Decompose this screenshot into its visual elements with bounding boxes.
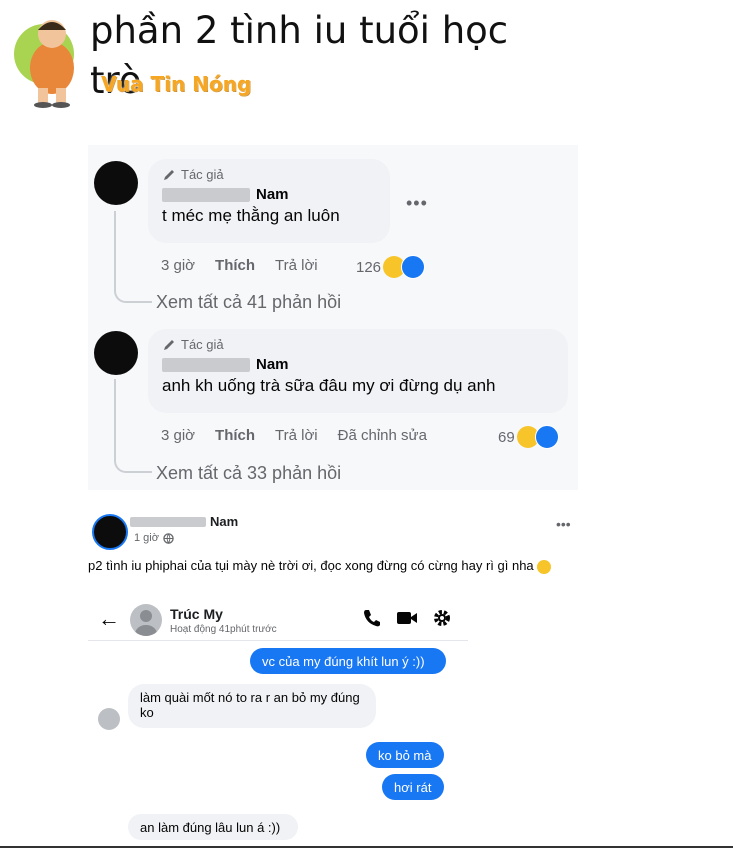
pencil-icon (164, 169, 174, 180)
article-header: phần 2 tình iu tuổi học trò Vua Tin Nóng (0, 0, 733, 120)
comment-bubble: Tác giả Nam anh kh uống trà sữa đâu my ơ… (148, 329, 568, 413)
comment-actions: 3 giờ Thích Trả lời Đã chỉnh sửa (161, 427, 427, 444)
smile-emoji-icon (537, 559, 552, 574)
post-time[interactable]: 1 giờ (134, 532, 159, 544)
redacted-name-block (162, 187, 250, 202)
author-name[interactable]: Nam (256, 356, 289, 373)
commenter-avatar[interactable] (94, 331, 138, 375)
comment-bubble: Tác giả Nam t méc mẹ thằng an luôn (148, 159, 390, 243)
video-camera-icon[interactable] (396, 608, 418, 628)
reaction-summary[interactable]: 69 (498, 425, 559, 449)
default-user-icon (135, 610, 157, 636)
edited-label[interactable]: Đã chỉnh sửa (338, 427, 427, 444)
pencil-icon (164, 339, 174, 350)
messenger-screenshot: ← Trúc My Hoạt động 41phút trước vc của … (88, 598, 468, 851)
more-options-icon[interactable]: ••• (556, 516, 571, 532)
divider (0, 846, 733, 848)
commenter-avatar[interactable] (94, 161, 138, 205)
author-name[interactable]: Nam (256, 186, 289, 203)
more-options-icon[interactable]: ••• (406, 193, 428, 214)
post-text: p2 tình iu phiphai của tụi mày nè trời ơ… (88, 558, 534, 573)
reaction-summary[interactable]: 126 (356, 255, 426, 279)
comments-screenshot: Tác giả Nam t méc mẹ thằng an luôn ••• 3… (88, 145, 578, 490)
like-link[interactable]: Thích (215, 427, 255, 444)
reply-link[interactable]: Trả lời (275, 427, 318, 444)
comment-text: anh kh uống trà sữa đâu my ơi đừng dụ an… (162, 376, 496, 395)
chat-header: ← Trúc My Hoạt động 41phút trước (88, 598, 468, 641)
reply-thread-line (114, 211, 152, 303)
globe-icon (163, 532, 174, 544)
mascot-logo-icon (14, 20, 74, 108)
reaction-count: 69 (498, 428, 515, 446)
phone-icon[interactable] (362, 608, 382, 628)
brand-watermark: Vua Tin Nóng (101, 72, 252, 96)
see-all-replies-link[interactable]: Xem tất cả 41 phản hồi (156, 292, 341, 313)
like-link[interactable]: Thích (215, 257, 255, 274)
back-arrow-icon[interactable]: ← (98, 606, 120, 632)
incoming-message[interactable]: làm quài mốt nó to ra r an bỏ my đúng ko (128, 684, 376, 728)
see-all-replies-link[interactable]: Xem tất cả 33 phản hồi (156, 463, 341, 484)
like-reaction-icon (401, 255, 426, 279)
contact-avatar[interactable] (130, 604, 162, 636)
post-author-name[interactable]: Nam (210, 514, 238, 529)
outgoing-message[interactable]: vc của my đúng khít lun ý :)) (250, 648, 446, 674)
redacted-name-block (130, 516, 206, 527)
comment-time: 3 giờ (161, 257, 196, 274)
comment-actions: 3 giờ Thích Trả lời (161, 257, 318, 274)
outgoing-message[interactable]: ko bỏ mà (366, 742, 444, 768)
author-tag-label: Tác giả (181, 337, 224, 352)
reaction-count: 126 (356, 258, 382, 276)
post-author-avatar[interactable] (92, 514, 128, 550)
redacted-name-block (162, 357, 250, 372)
contact-name[interactable]: Trúc My (170, 606, 223, 622)
incoming-message[interactable]: an làm đúng lâu lun á :)) (128, 814, 298, 840)
reply-thread-line (114, 379, 152, 473)
contact-small-avatar (98, 708, 120, 730)
settings-gear-icon[interactable] (432, 608, 452, 628)
contact-status: Hoạt động 41phút trước (170, 624, 277, 635)
reply-link[interactable]: Trả lời (275, 257, 318, 274)
outgoing-message[interactable]: hơi rát (382, 774, 444, 800)
facebook-post: Nam 1 giờ ••• p2 tình iu phiphai của tụi… (88, 502, 588, 582)
comment-text: t méc mẹ thằng an luôn (162, 206, 340, 225)
author-tag-label: Tác giả (181, 167, 224, 182)
like-reaction-icon (534, 425, 559, 449)
comment-time: 3 giờ (161, 427, 196, 444)
